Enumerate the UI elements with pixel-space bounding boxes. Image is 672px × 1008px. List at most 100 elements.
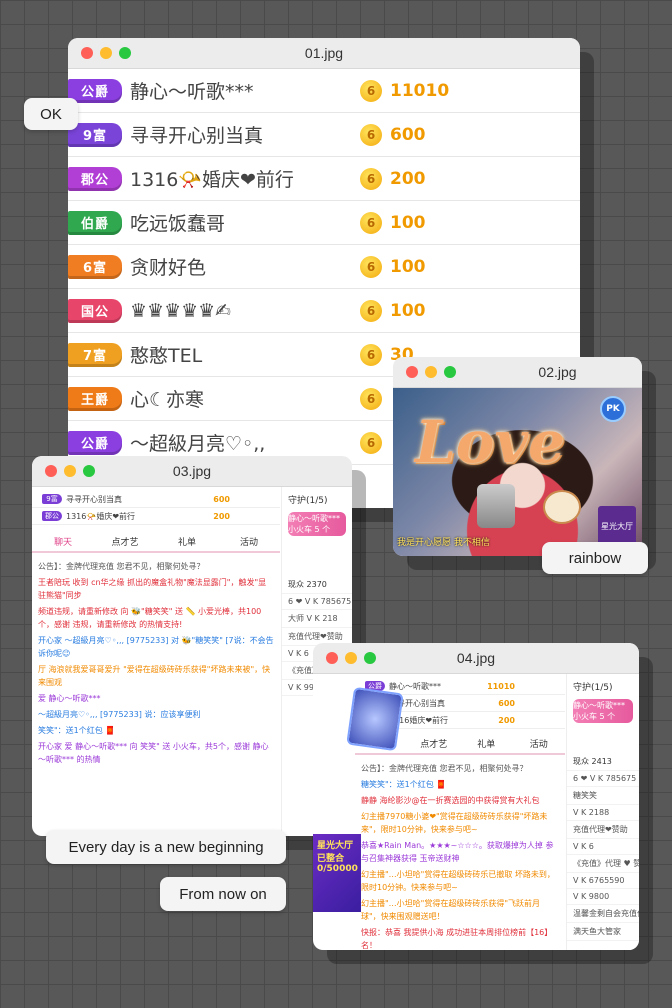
stream-video[interactable]: Love PK 我是开心愿愿 我不相信 星光大厅: [393, 388, 642, 556]
maximize-icon[interactable]: [444, 366, 456, 378]
audience-row[interactable]: 充值代理❤赞助: [567, 821, 639, 839]
tab-3[interactable]: 活动: [513, 737, 566, 750]
rank-row[interactable]: 国公 ♛♛♛♛♛✍ 6 100: [68, 289, 580, 333]
ok-label[interactable]: OK: [24, 98, 78, 130]
window-02: 02.jpg Love PK 我是开心愿愿 我不相信 星光大厅: [393, 357, 642, 556]
chat-messages: 公告】：金牌代理充值 您君不见，相聚何处寻？ 王者陪玩 收到 cn华之缘 抓出的魔…: [32, 553, 280, 773]
coin-amount: 100: [390, 256, 426, 277]
user-name: 静心～听歌***: [130, 81, 254, 103]
coin-icon: 6: [360, 387, 382, 410]
chat-message: 幻主播"…小坦哈"赏得在超级砖砖乐获得"飞跃前月球"，快来围观赠送吧！: [361, 899, 541, 921]
rank-row[interactable]: 郡公 1316📯婚庆❤前行 6 200: [68, 157, 580, 201]
tab-2[interactable]: 礼单: [460, 737, 513, 750]
audience-tab[interactable]: 现众 2370: [282, 576, 352, 594]
rank-badge: 6富: [68, 254, 122, 279]
window-04-titlebar: 04.jpg: [313, 643, 639, 674]
rank-badge: 伯爵: [68, 210, 122, 235]
mini-rank-row[interactable]: 郡公 1316📯婚庆❤前行 200: [32, 508, 280, 525]
hall-banner[interactable]: 星光大厅: [598, 506, 636, 546]
user-name: 1316📯婚庆❤前行: [66, 511, 136, 521]
chat-messages: 公告】：金牌代理充值 您君不见，相聚何处寻？ 糖笑笑"：送1个红包 🧧 静静 海纶影…: [355, 755, 565, 950]
coin-icon: 6: [360, 431, 382, 454]
rank-badge: 7富: [68, 342, 122, 367]
audience-row[interactable]: V K 6765590: [567, 873, 639, 889]
coin-amount: 11010: [390, 80, 450, 101]
audience-row[interactable]: 大师 V K 218: [282, 610, 352, 628]
minimize-icon[interactable]: [425, 366, 437, 378]
coin-amount: 600: [498, 698, 515, 708]
chat-message: 静静 海纶影沙@在一折赛选园的中获得赏有大礼包: [361, 796, 540, 805]
tab-1[interactable]: 点才艺: [408, 737, 461, 750]
chat-message: 笑笑"：送1个红包 🧧: [38, 726, 116, 735]
chat-tabs: 聊天点才艺礼单活动: [32, 531, 280, 553]
coin-amount: 200: [390, 168, 426, 189]
rank-row[interactable]: 9富 寻寻开心别当真 6 600: [68, 113, 580, 157]
audience-row[interactable]: 满天鱼大管家: [567, 923, 639, 941]
tab-2[interactable]: 礼单: [156, 535, 218, 548]
chat-room: 9富 寻寻开心别当真 600 郡公 1316📯婚庆❤前行 200 聊天 点才艺 礼单 活动 公告…: [32, 487, 352, 836]
rainbow-label: rainbow: [542, 542, 648, 574]
coin-amount: 100: [390, 212, 426, 233]
tab-3[interactable]: 活动: [218, 535, 280, 548]
window-title: 04.jpg: [456, 650, 496, 666]
chat-message: 开心家 爱 静心～听歌*** 向 笑笑" 送 小火车，共5个，感谢 静心～听歌*…: [38, 742, 269, 764]
pk-button[interactable]: PK: [600, 396, 626, 422]
audience-row[interactable]: 6 ❤ V K 785675: [567, 771, 639, 787]
coin-icon: 6: [360, 299, 382, 322]
tab-1[interactable]: 点才艺: [94, 535, 156, 548]
user-name: 寻寻开心别当真: [130, 125, 264, 147]
audience-row[interactable]: V K 2188: [567, 805, 639, 821]
guard-card[interactable]: 静心～听歌*** 小火车 5 个: [573, 699, 633, 723]
window-01-titlebar: 01.jpg: [68, 38, 580, 69]
user-name: 〜超級月亮♡◦,,: [130, 433, 266, 455]
coin-icon: 6: [360, 211, 382, 234]
chat-message: 频道违规，请重新修改 向 🐝"糖笑笑" 送 📏 小爱光棒，共100个，感谢 违规…: [38, 607, 262, 629]
rank-row[interactable]: 公爵 静心～听歌*** 6 11010: [68, 69, 580, 113]
rank-row[interactable]: 6富 贪财好色 6 100: [68, 245, 580, 289]
rank-row[interactable]: 伯爵 吃远饭蠢哥 6 100: [68, 201, 580, 245]
coin-icon: 6: [360, 79, 382, 102]
from-now-label: From now on: [160, 877, 286, 911]
chat-message: 快报：恭喜 我提供小海 成功进驻本周排位榜前【16】名！: [361, 928, 553, 950]
audience-row[interactable]: V K 6: [567, 839, 639, 855]
window-title: 03.jpg: [172, 463, 212, 479]
window-title: 02.jpg: [538, 364, 577, 380]
audience-row[interactable]: V K 9800: [567, 889, 639, 905]
chat-message: 幻主播7970糖小婆❤"赏得在超级砖砖乐获得"坏路未来"，限时10分钟，快来参与…: [361, 812, 548, 834]
rank-badge: 王爵: [68, 386, 122, 411]
window-03: 03.jpg 9富 寻寻开心别当真 600 郡公 1316📯婚庆❤前行 200 聊天 点才艺…: [32, 456, 352, 836]
guard-title: 守护(1/5): [573, 683, 613, 693]
chat-message: 厅 海浪就我爱哥哥爱升 "爱得在超级砖砖乐获得"坏路未来被"，快来围观: [38, 665, 271, 687]
user-name: 憨憨TEL: [130, 345, 203, 367]
coin-amount: 200: [213, 511, 230, 521]
rank-badge: 国公: [68, 298, 122, 323]
video-caption: 我是开心愿愿 我不相信: [397, 538, 490, 548]
video-frame: Love PK 我是开心愿愿 我不相信 星光大厅: [393, 388, 642, 556]
audience-row[interactable]: 6 ❤ V K 785675: [282, 594, 352, 610]
love-neon-sign: Love: [415, 408, 566, 476]
guard-card[interactable]: 静心～听歌*** 小火车 5 个: [288, 512, 346, 536]
chat-message: 公告】：金牌代理充值 您君不见，相聚何处寻？: [38, 562, 205, 571]
audience-row[interactable]: 糖笑笑: [567, 787, 639, 805]
audience-tab[interactable]: 现众 2413: [567, 753, 639, 771]
tab-0[interactable]: 聊天: [32, 535, 94, 548]
audience-row[interactable]: 温馨金剩自会充值代理: [567, 905, 639, 923]
promo-banner[interactable]: 星光大厅 已整合 0/50000: [313, 834, 361, 912]
coin-amount: 11010: [487, 681, 515, 691]
mini-rank-list: 9富 寻寻开心别当真 600 郡公 1316📯婚庆❤前行 200: [32, 487, 280, 525]
chat-message: 王者陪玩 收到 cn华之缘 抓出的魔盒礼物"魔法显露门"，触发"显驻熊猫"同步: [38, 578, 267, 600]
rank-badge: 郡公: [42, 511, 62, 521]
chat-message: 糖笑笑"：送1个红包 🧧: [361, 780, 447, 789]
mini-rank-row[interactable]: 9富寻寻开心别当真 600: [32, 491, 280, 508]
window-03-titlebar: 03.jpg: [32, 456, 352, 487]
user-name: 贪财好色: [130, 257, 207, 279]
user-name: 吃远饭蠢哥: [130, 213, 226, 235]
chat-message: 〜超級月亮♡◦,,, [9775233] 说：应该享便利: [38, 710, 201, 719]
coin-amount: 100: [390, 300, 426, 321]
audience-row[interactable]: 《充值》代理 ♥ 赞吧: [567, 855, 639, 873]
window-title: 01.jpg: [304, 45, 344, 61]
chat-message: 爱 静心～听歌***: [38, 694, 101, 703]
close-icon[interactable]: [406, 366, 418, 378]
user-name: ♛♛♛♛♛✍: [130, 299, 232, 322]
guard-title: 守护(1/5): [288, 496, 328, 506]
